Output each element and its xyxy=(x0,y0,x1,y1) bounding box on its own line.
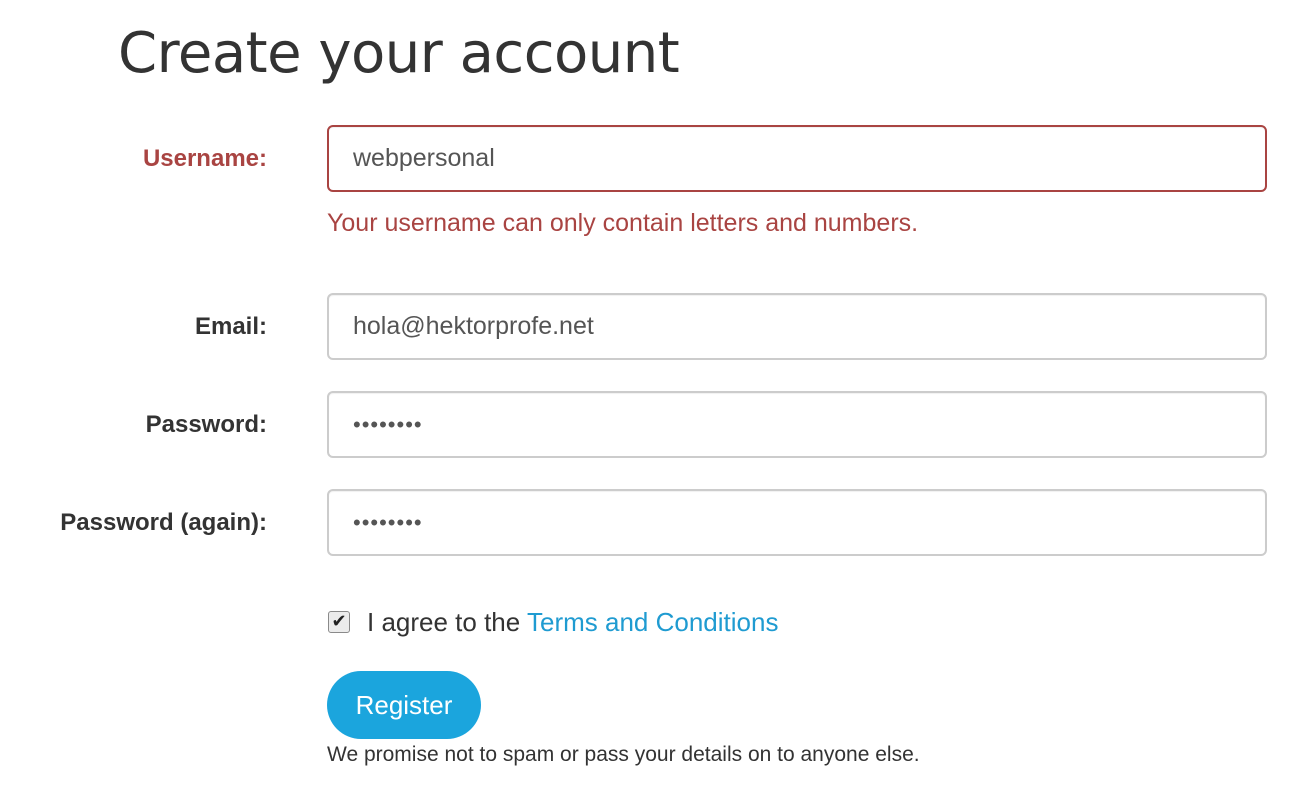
terms-agreement-text: I agree to the Terms and Conditions xyxy=(367,605,778,639)
username-label: Username: xyxy=(142,145,267,172)
password-again-label: Password (again): xyxy=(60,509,267,536)
register-button[interactable]: Register xyxy=(327,671,481,739)
password-label: Password: xyxy=(145,411,267,438)
username-value: webpersonal xyxy=(353,144,495,172)
terms-and-conditions-link[interactable]: Terms and Conditions xyxy=(527,607,778,637)
terms-checkbox[interactable]: ✔ xyxy=(328,611,350,633)
username-error-message: Your username can only contain letters a… xyxy=(327,209,919,237)
email-label: Email: xyxy=(194,313,267,340)
terms-prefix: I agree to the xyxy=(367,607,527,637)
page-title: Create your account xyxy=(118,21,680,86)
email-input[interactable]: hola@hektorprofe.net xyxy=(327,293,1267,360)
email-value: hola@hektorprofe.net xyxy=(353,312,594,340)
privacy-disclaimer: We promise not to spam or pass your deta… xyxy=(327,743,920,766)
password-value: •••••••• xyxy=(353,411,423,437)
password-input[interactable]: •••••••• xyxy=(327,391,1267,458)
password-again-input[interactable]: •••••••• xyxy=(327,489,1267,556)
password-again-value: •••••••• xyxy=(353,509,423,535)
username-input[interactable]: webpersonal xyxy=(327,125,1267,192)
checkmark-icon: ✔ xyxy=(331,611,347,632)
